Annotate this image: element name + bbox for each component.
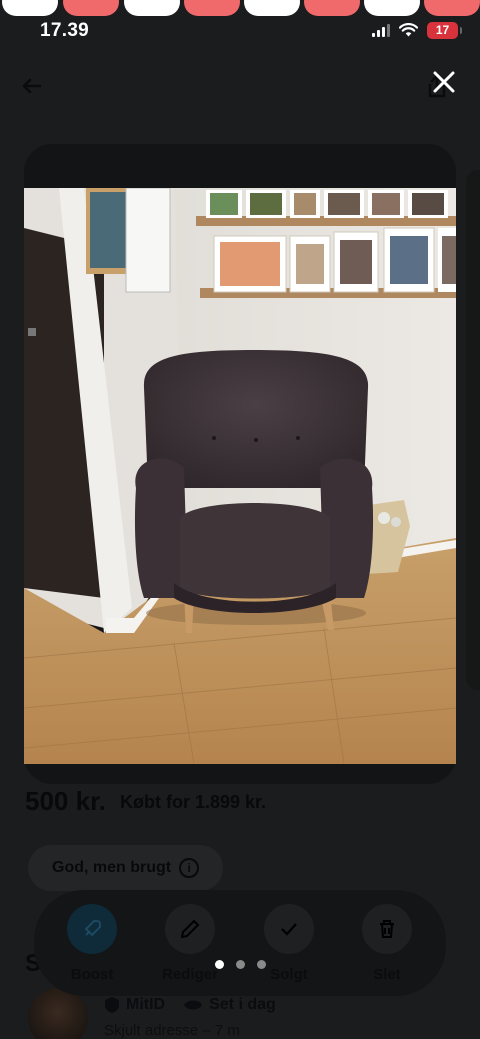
- pencil-icon: [180, 919, 200, 939]
- next-photo-peek[interactable]: [466, 170, 480, 690]
- mitid-badge: MitID: [104, 996, 165, 1014]
- info-icon: i: [179, 858, 200, 878]
- seen-today-badge: Set i dag: [183, 996, 276, 1014]
- edit-button[interactable]: Rediger: [142, 904, 238, 983]
- pagination-dot[interactable]: [235, 960, 245, 969]
- condition-chip[interactable]: God, men brugt i: [28, 845, 224, 891]
- armchair-photo-illustration: [24, 188, 456, 764]
- eye-icon: [184, 1000, 203, 1010]
- action-toolbar: Boost Rediger Solgt Slet: [34, 890, 446, 996]
- close-icon[interactable]: [428, 66, 460, 98]
- trash-icon: [380, 920, 394, 938]
- seller-badges: MitID Set i dag: [104, 996, 276, 1014]
- listing-photo[interactable]: [24, 188, 456, 764]
- original-price: Købt for 1.899 kr.: [120, 792, 267, 812]
- checkmark-icon: [281, 923, 297, 936]
- seller-location: Skjult adresse – 7 m: [104, 1022, 240, 1039]
- listing-price: 500 kr.: [25, 786, 106, 816]
- back-arrow-icon[interactable]: [18, 72, 46, 100]
- condition-label: God, men brugt: [52, 859, 172, 876]
- pagination-dot-active[interactable]: [214, 960, 224, 969]
- delete-button[interactable]: Slet: [339, 904, 435, 983]
- sold-button[interactable]: Solgt: [241, 904, 337, 983]
- rocket-icon: [84, 919, 102, 937]
- pagination-dot[interactable]: [256, 960, 266, 969]
- shield-check-icon: [105, 997, 119, 1013]
- boost-button[interactable]: Boost: [44, 904, 140, 983]
- photo-pagination: [0, 960, 480, 969]
